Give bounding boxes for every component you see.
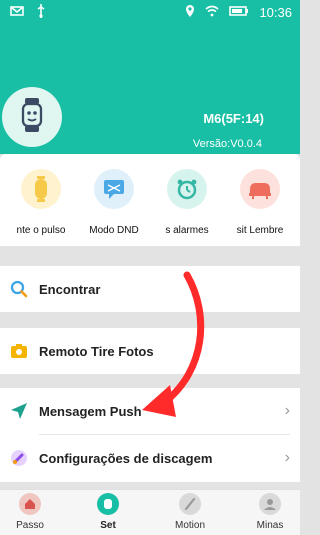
battery-icon [229, 5, 249, 20]
watch-icon [19, 97, 45, 137]
menu-dial-label: Configurações de discagem [39, 450, 213, 466]
tab-motion-label: Motion [174, 520, 205, 531]
quick-alarms[interactable]: s alarmes [151, 169, 223, 236]
chevron-right-icon: › [284, 402, 290, 419]
camera-icon [10, 342, 28, 360]
alarm-icon [167, 169, 207, 209]
quick-raise-wrist-label: nte o pulso [16, 225, 66, 236]
settings-card: Mensagem Push › Configurações de discage… [0, 388, 300, 482]
tab-set[interactable]: Set [78, 493, 138, 531]
search-icon [10, 280, 28, 298]
quick-sit-reminder[interactable]: sit Lembre [224, 169, 296, 236]
home-icon [19, 493, 41, 515]
status-left [10, 4, 46, 21]
motion-icon [179, 493, 201, 515]
tab-passo-label: Passo [16, 520, 44, 531]
quick-dnd[interactable]: Modo DND [78, 169, 150, 236]
raise-wrist-icon [21, 169, 61, 209]
quick-dnd-label: Modo DND [89, 225, 139, 236]
sit-reminder-icon [240, 169, 280, 209]
device-name: M6(5F:14) [203, 111, 264, 126]
tab-set-label: Set [100, 520, 116, 531]
quick-sit-reminder-label: sit Lembre [236, 225, 284, 236]
menu-find-label: Encontrar [39, 281, 101, 297]
location-icon [185, 4, 195, 21]
chevron-right-icon: › [284, 449, 290, 466]
quick-alarms-label: s alarmes [165, 225, 209, 236]
quick-raise-wrist[interactable]: nte o pulso [5, 169, 77, 236]
bottom-navigation: Passo Set Motion Minas [0, 489, 300, 535]
dnd-icon [94, 169, 134, 209]
device-avatar[interactable] [2, 87, 62, 147]
brush-icon [10, 449, 28, 467]
device-version: Versão:V0.0.4 [192, 138, 262, 150]
menu-remote-photo-label: Remoto Tire Fotos [39, 343, 154, 359]
watch-icon [97, 493, 119, 515]
menu-push[interactable]: Mensagem Push › [0, 388, 300, 434]
menu-push-label: Mensagem Push [39, 403, 142, 419]
device-header: M6(5F:14) Versão:V0.0.4 [0, 24, 300, 154]
usb-icon [36, 4, 46, 21]
status-bar: 10:36 [0, 0, 300, 24]
find-card: Encontrar [0, 266, 300, 312]
tab-motion[interactable]: Motion [160, 493, 220, 531]
mail-icon [10, 5, 24, 20]
wifi-icon [205, 5, 219, 20]
menu-remote-photo[interactable]: Remoto Tire Fotos [0, 328, 300, 374]
tab-minas-label: Minas [256, 520, 284, 531]
quick-actions: nte o pulso Modo DND s alarmes sit Lembr… [0, 154, 300, 246]
profile-icon [259, 493, 281, 515]
menu-find[interactable]: Encontrar [0, 266, 300, 312]
status-right: 10:36 [185, 4, 292, 21]
send-icon [10, 402, 28, 420]
tab-passo[interactable]: Passo [0, 493, 60, 531]
menu-dial[interactable]: Configurações de discagem › [0, 435, 300, 481]
status-time: 10:36 [259, 5, 292, 20]
tab-minas[interactable]: Minas [240, 493, 300, 531]
remote-photo-card: Remoto Tire Fotos [0, 328, 300, 374]
